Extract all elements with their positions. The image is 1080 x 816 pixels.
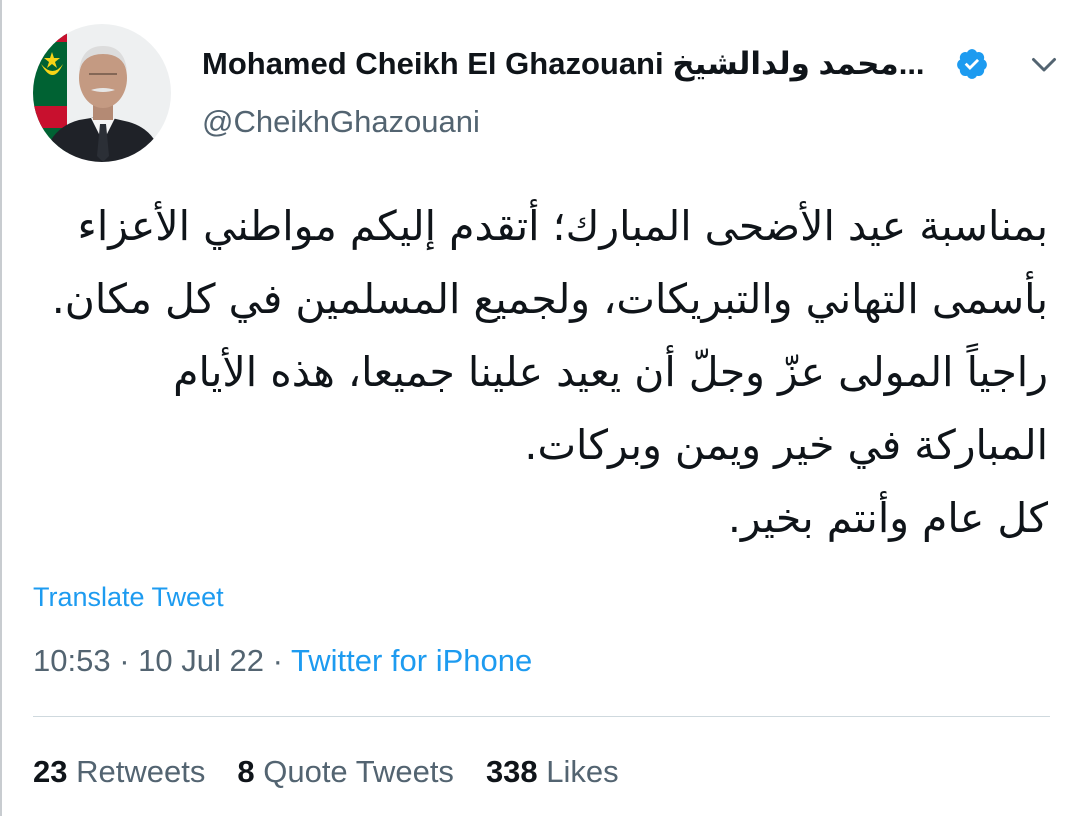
translate-tweet-link[interactable]: Translate Tweet <box>33 582 224 613</box>
tweet-text-line: المباركة في خير ويمن وبركات. <box>524 421 1048 469</box>
author-display-name[interactable]: Mohamed Cheikh El Ghazouani محمد ولدالشي… <box>202 46 925 82</box>
author-name-row: Mohamed Cheikh El Ghazouani محمد ولدالشي… <box>202 40 1062 88</box>
tweet-metadata: 10:53 · 10 Jul 22 · Twitter for iPhone <box>33 643 532 679</box>
tweet-text-line: راجياً المولى عزّ وجلّ أن يعيد علينا جمي… <box>173 348 1048 396</box>
retweets-count: 23 <box>33 754 68 789</box>
likes-count: 338 <box>485 754 538 789</box>
window-left-edge <box>0 0 2 816</box>
author-handle[interactable]: @CheikhGhazouani <box>202 104 480 140</box>
meta-separator: · <box>119 643 130 678</box>
tweet-source-link[interactable]: Twitter for iPhone <box>291 643 532 678</box>
author-avatar[interactable] <box>33 24 171 162</box>
meta-separator: · <box>272 643 283 678</box>
quote-tweets-label: Quote Tweets <box>263 754 454 789</box>
tweet-time[interactable]: 10:53 <box>33 643 111 678</box>
tweet-text: بمناسبة عيد الأضحى المبارك؛ أتقدم إليكم … <box>34 190 1048 555</box>
tweet-text-line: بمناسبة عيد الأضحى المبارك؛ أتقدم إليكم … <box>77 202 1048 250</box>
likes-stat[interactable]: 338 Likes <box>486 754 619 790</box>
retweets-label: Retweets <box>76 754 206 789</box>
avatar-image <box>33 24 171 162</box>
divider <box>33 716 1050 717</box>
verified-badge-icon <box>955 47 989 81</box>
tweet-date[interactable]: 10 Jul 22 <box>138 643 264 678</box>
tweet-text-line: بأسمى التهاني والتبريكات، ولجميع المسلمي… <box>51 275 1048 323</box>
engagement-stats: 23 Retweets 8 Quote Tweets 338 Likes <box>33 754 651 790</box>
tweet-text-line: كل عام وأنتم بخير. <box>727 494 1048 542</box>
quote-tweets-stat[interactable]: 8 Quote Tweets <box>237 754 454 790</box>
likes-label: Likes <box>546 754 619 789</box>
retweets-stat[interactable]: 23 Retweets <box>33 754 205 790</box>
more-options-chevron-down-icon[interactable] <box>1026 46 1062 82</box>
quote-tweets-count: 8 <box>237 754 255 789</box>
